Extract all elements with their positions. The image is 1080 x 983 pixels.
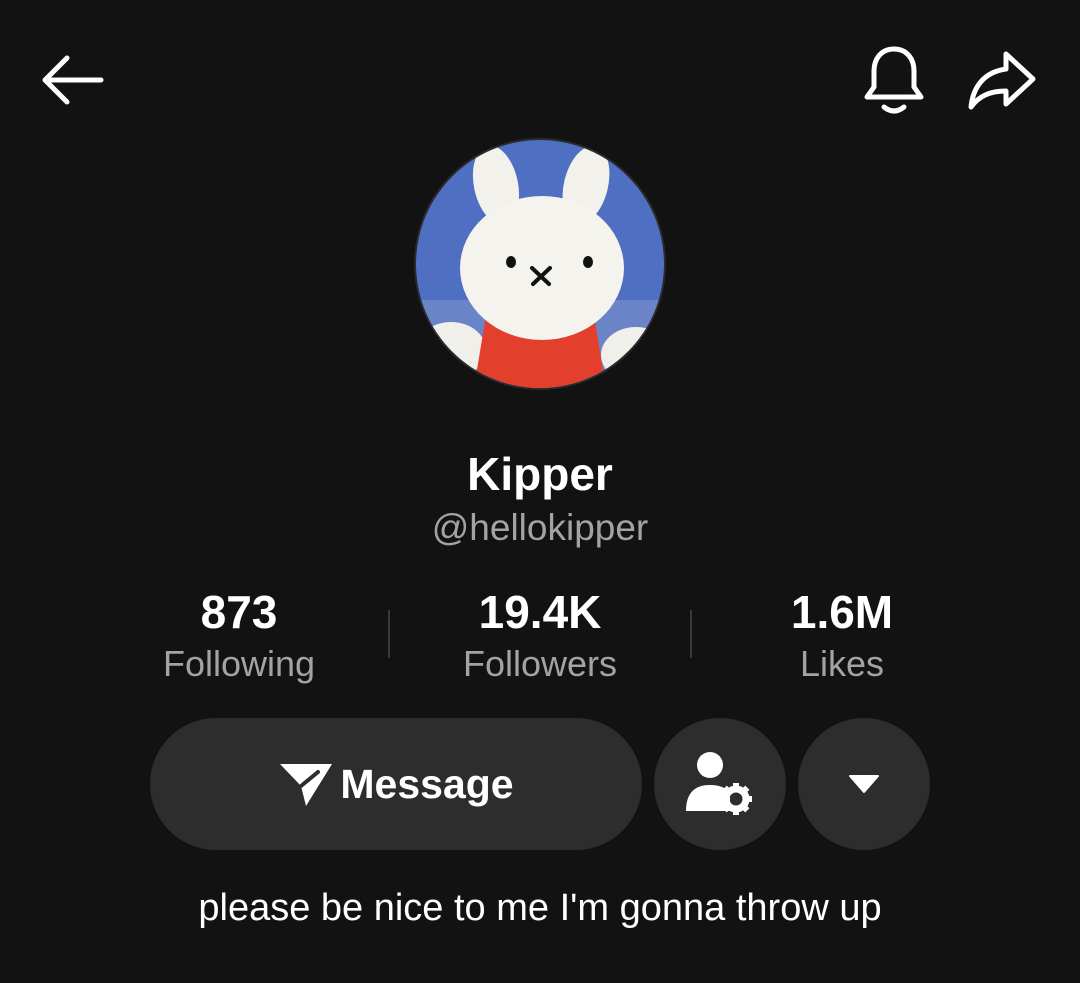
stat-followers[interactable]: 19.4K Followers bbox=[390, 584, 690, 688]
stat-label: Likes bbox=[799, 643, 885, 684]
message-button[interactable]: Message bbox=[150, 718, 642, 850]
notification-bell-button[interactable] bbox=[852, 38, 936, 122]
user-gear-icon bbox=[686, 752, 752, 815]
avatar-image bbox=[416, 140, 664, 388]
stat-value: 873 bbox=[200, 586, 278, 638]
stat-value: 1.6M bbox=[790, 586, 894, 638]
username: @hellokipper bbox=[431, 507, 649, 548]
more-options-button[interactable] bbox=[798, 718, 930, 850]
share-arrow-icon bbox=[968, 51, 1036, 110]
stat-following[interactable]: 873 Following bbox=[89, 584, 389, 688]
back-button[interactable] bbox=[28, 42, 116, 118]
caret-down-icon bbox=[849, 775, 879, 793]
paper-plane-icon bbox=[280, 764, 333, 806]
share-button[interactable] bbox=[958, 38, 1046, 122]
stat-label: Following bbox=[162, 643, 316, 684]
stat-label: Followers bbox=[462, 643, 618, 684]
user-settings-button[interactable] bbox=[654, 718, 786, 850]
stat-likes[interactable]: 1.6M Likes bbox=[692, 584, 992, 688]
display-name: Kipper bbox=[467, 448, 613, 500]
profile-avatar[interactable] bbox=[414, 138, 666, 390]
stat-value: 19.4K bbox=[478, 586, 602, 638]
arrow-left-icon bbox=[42, 55, 104, 105]
bell-icon bbox=[864, 46, 924, 114]
profile-bio: please be nice to me I'm gonna throw up bbox=[198, 887, 882, 929]
message-button-label: Message bbox=[340, 760, 514, 807]
